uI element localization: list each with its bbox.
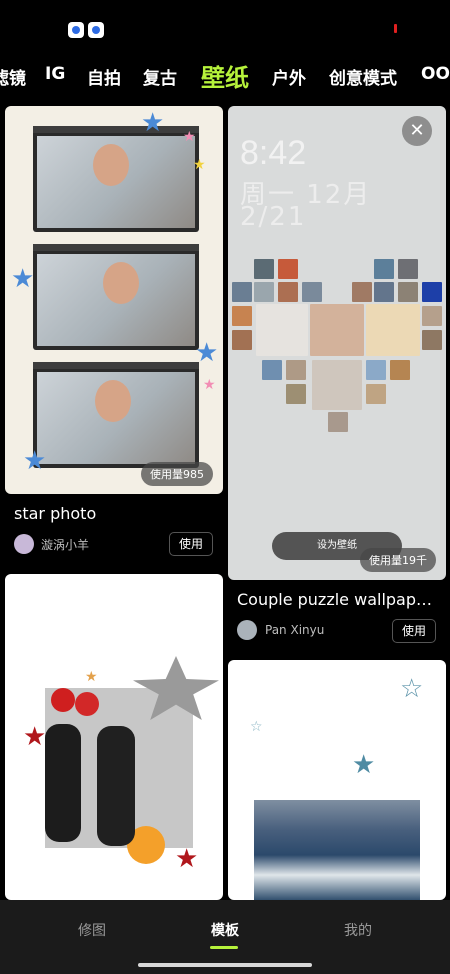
usage-badge: 使用量19千 [360,548,436,572]
author-avatar[interactable] [14,534,34,554]
tab-selfie[interactable]: 自拍 [87,64,121,89]
star-icon: ★ [141,108,165,138]
category-tabs: 滤镜 IG 自拍 复古 壁纸 户外 创意模式 OO [0,58,450,92]
nav-edit[interactable]: 修图 [78,920,106,940]
star-icon: ★ [195,338,219,368]
home-indicator[interactable] [138,963,312,967]
template-card-couple-puzzle[interactable]: 8:42 周一 12月 2/21 ✕ 设为壁纸 使用量19千 [228,106,446,580]
tab-outdoor[interactable]: 户外 [272,64,306,89]
author-name[interactable]: Pan Xinyu [265,623,324,637]
star-icon: ★ [193,157,206,173]
star-icon: ☆ [400,674,424,704]
use-template-button[interactable]: 使用 [392,619,436,643]
app-icon [88,22,104,38]
app-icon [68,22,84,38]
star-icon: ★ [203,377,216,393]
use-template-button[interactable]: 使用 [169,532,213,556]
template-card-ocean[interactable]: ☆ ★ ☆ [228,660,446,900]
status-bar [0,0,450,58]
star-icon: ★ [175,844,199,874]
tab-creative[interactable]: 创意模式 [329,64,397,89]
star-icon: ★ [23,722,47,752]
active-tab-indicator [210,946,238,949]
usage-badge: 使用量985 [141,462,213,486]
tab-retro[interactable]: 复古 [143,64,177,89]
close-icon[interactable]: ✕ [402,116,432,146]
photo-frame [33,126,199,232]
tab-ig[interactable]: IG [45,64,65,84]
card-title: Couple puzzle wallpape... [237,590,437,609]
star-icon: ☆ [250,719,263,735]
tab-filter[interactable]: 滤镜 [0,64,26,89]
tab-oo[interactable]: OO [421,64,450,84]
cherry-icon [51,688,75,712]
star-icon: ★ [11,264,35,294]
photo-frame [33,362,199,468]
template-card-star-photo[interactable]: ★ ★ ★ ★ ★ ★ ★ 使用量985 [5,106,223,494]
star-icon: ★ [352,750,376,780]
star-icon: ★ [183,129,196,145]
card-title: star photo [14,504,97,523]
nav-templates[interactable]: 模板 [211,920,239,940]
preview-year: 2/21 [240,202,307,232]
photo-frame [33,244,199,350]
author-name[interactable]: 漩涡小羊 [41,536,89,553]
star-icon: ★ [85,669,98,685]
template-card-collage[interactable]: ★ ★ ★ [5,574,223,900]
tab-wallpaper[interactable]: 壁纸 [201,58,249,92]
ocean-photo [254,800,420,900]
star-icon: ★ [23,446,47,476]
recording-indicator [394,24,397,33]
nav-profile[interactable]: 我的 [344,920,372,940]
preview-clock: 8:42 [240,134,307,172]
author-avatar[interactable] [237,620,257,640]
